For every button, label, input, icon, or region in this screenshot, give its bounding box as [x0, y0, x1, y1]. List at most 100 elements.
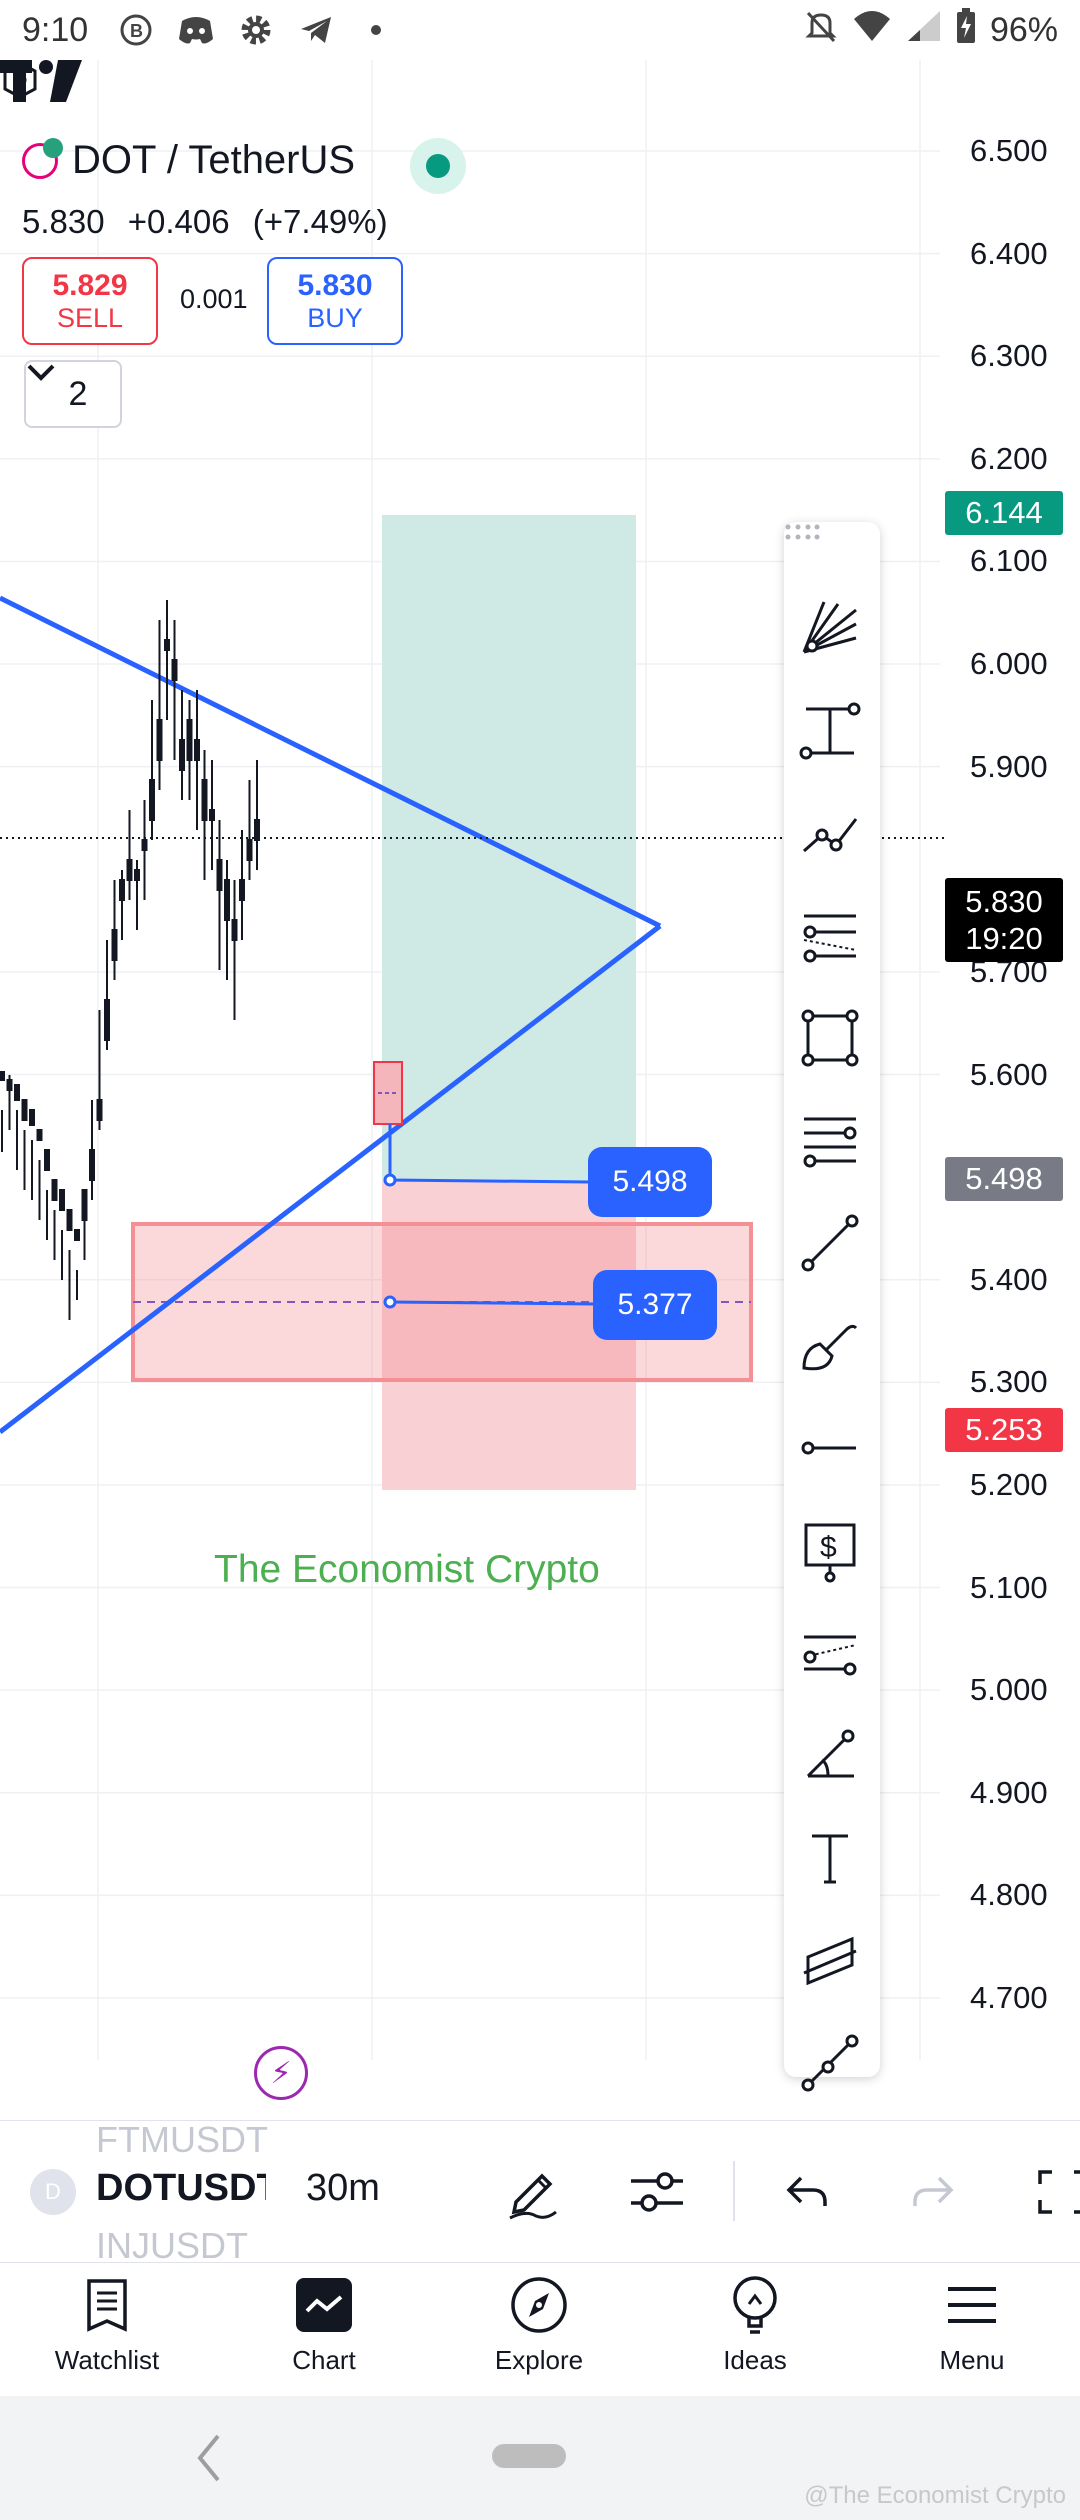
- nav-menu-label: Menu: [939, 2345, 1005, 2375]
- candle-body: [239, 879, 245, 901]
- entry-price-label[interactable]: 5.498: [588, 1147, 712, 1217]
- sell-label: SELL: [56, 302, 124, 333]
- nav-chart[interactable]: Chart: [244, 2273, 404, 2376]
- parallel-lines-icon[interactable]: [798, 1109, 866, 1177]
- tradingview-logo[interactable]: [0, 60, 82, 106]
- discord-icon: [178, 12, 214, 48]
- price-axis-label: 5.100: [970, 1569, 1048, 1605]
- candle-body: [201, 779, 208, 821]
- nav-chart-label: Chart: [292, 2345, 356, 2375]
- watermark-text: The Economist Crypto: [214, 1548, 600, 1591]
- sell-button[interactable]: 5.829 SELL: [22, 257, 158, 345]
- interval-selector[interactable]: 30m: [306, 2167, 380, 2210]
- rectangle-icon[interactable]: [798, 1006, 866, 1074]
- chart-area[interactable]: 6.500 6.400 6.300 6.200 6.100 6.000 5.900 5.700…: [0, 60, 1080, 2155]
- candle-body: [81, 1189, 88, 1221]
- nav-ideas[interactable]: Ideas: [675, 2273, 835, 2376]
- current-symbol[interactable]: DOTUSDT: [96, 2167, 266, 2210]
- previous-symbol[interactable]: FTMUSDT: [96, 2119, 268, 2161]
- symbol-header[interactable]: DOT / TetherUS: [22, 137, 355, 183]
- nav-watchlist[interactable]: Watchlist: [27, 2273, 187, 2376]
- candle-body: [96, 1099, 103, 1121]
- candle-body: [59, 1189, 65, 1211]
- home-pill[interactable]: [492, 2444, 566, 2468]
- price-label-icon[interactable]: $: [798, 1519, 866, 1587]
- market-status-icon[interactable]: [410, 138, 466, 194]
- symbol-bar: FTMUSDT D DOTUSDT INJUSDT 30m: [0, 2119, 1080, 2266]
- back-chevron-icon[interactable]: [190, 2428, 230, 2488]
- compass-icon: [507, 2273, 571, 2337]
- spread-value: 0.001: [180, 284, 248, 314]
- candle-body: [186, 719, 193, 761]
- nav-ideas-label: Ideas: [723, 2345, 787, 2375]
- drawing-pencil-icon[interactable]: [500, 2159, 566, 2225]
- price-change: +0.406: [127, 203, 230, 240]
- next-symbol[interactable]: INJUSDT: [96, 2225, 248, 2267]
- candle-body: [74, 1229, 80, 1241]
- candle-body: [89, 1149, 95, 1181]
- indicators-sliders-icon[interactable]: [624, 2159, 690, 2225]
- candle-body: [246, 839, 253, 861]
- nav-explore[interactable]: Explore: [459, 2273, 619, 2376]
- symbol-name[interactable]: DOT / TetherUS: [72, 138, 355, 183]
- price-axis-label: 6.000: [970, 646, 1048, 682]
- battery-icon: [956, 7, 976, 53]
- candle-body: [6, 1079, 13, 1091]
- indicators-collapse-button[interactable]: 2: [24, 360, 122, 428]
- ray-icon[interactable]: [798, 1416, 866, 1484]
- chevron-down-icon: [27, 364, 55, 381]
- fib-channel-icon[interactable]: [798, 904, 866, 972]
- b-app-icon: B: [118, 12, 154, 48]
- signal-icon: [906, 9, 942, 52]
- svg-text:B: B: [130, 21, 143, 41]
- fib-speed-fan-icon[interactable]: [798, 596, 866, 664]
- sell-price: 5.829: [52, 268, 128, 302]
- notification-dot-icon: [358, 12, 394, 48]
- price-axis-label: 6.300: [970, 338, 1048, 374]
- candle-body: [231, 919, 238, 941]
- dot-coin-icon: [22, 137, 63, 179]
- candle-body: [194, 739, 200, 761]
- lightning-icon[interactable]: ⚡: [254, 2046, 308, 2100]
- symbol-avatar: D: [30, 2169, 76, 2215]
- nav-menu[interactable]: Menu: [892, 2273, 1052, 2376]
- buy-button[interactable]: 5.830 BUY: [267, 257, 403, 345]
- candle-body: [51, 1179, 58, 1201]
- undo-icon[interactable]: [774, 2159, 840, 2225]
- flat-channel-icon[interactable]: [798, 1929, 866, 1997]
- buy-price: 5.830: [297, 268, 373, 302]
- buy-label: BUY: [307, 302, 363, 333]
- candle-body: [14, 1084, 20, 1101]
- stop-price-badge: 5.253: [945, 1408, 1063, 1452]
- midline-price-label[interactable]: 5.377: [593, 1270, 717, 1340]
- price-axis-label: 6.400: [970, 235, 1048, 271]
- price-axis-label: 6.200: [970, 440, 1048, 476]
- text-icon[interactable]: [798, 1826, 866, 1894]
- candle-body: [119, 879, 125, 901]
- redo-icon[interactable]: [900, 2159, 966, 2225]
- polyline-icon[interactable]: [798, 801, 866, 869]
- price-summary: 5.830 +0.406 (+7.49%): [22, 203, 402, 241]
- fullscreen-icon[interactable]: [1030, 2159, 1080, 2225]
- chart-canvas[interactable]: [0, 60, 1080, 2120]
- candle-body: [104, 999, 110, 1041]
- watchlist-icon: [75, 2273, 139, 2337]
- price-axis-label: 4.800: [970, 1877, 1048, 1913]
- settings-gear-icon: [238, 12, 274, 48]
- candle-body: [216, 859, 223, 891]
- price-axis-label: 5.300: [970, 1364, 1048, 1400]
- candle-body: [36, 1129, 43, 1141]
- drag-handle-icon[interactable]: [784, 522, 820, 542]
- price-axis-label: 5.900: [970, 748, 1048, 784]
- date-range-icon[interactable]: [798, 699, 866, 767]
- last-price: 5.830: [22, 203, 105, 240]
- regression-icon[interactable]: [798, 1621, 866, 1689]
- path-icon[interactable]: [798, 2031, 866, 2099]
- trend-angle-icon[interactable]: [798, 1724, 866, 1792]
- nav-explore-label: Explore: [494, 2345, 584, 2375]
- candle-body: [179, 739, 185, 771]
- brush-icon[interactable]: [798, 1314, 866, 1382]
- trend-line-icon[interactable]: [798, 1211, 866, 1279]
- candle-body: [164, 639, 170, 651]
- candle-body: [254, 819, 260, 841]
